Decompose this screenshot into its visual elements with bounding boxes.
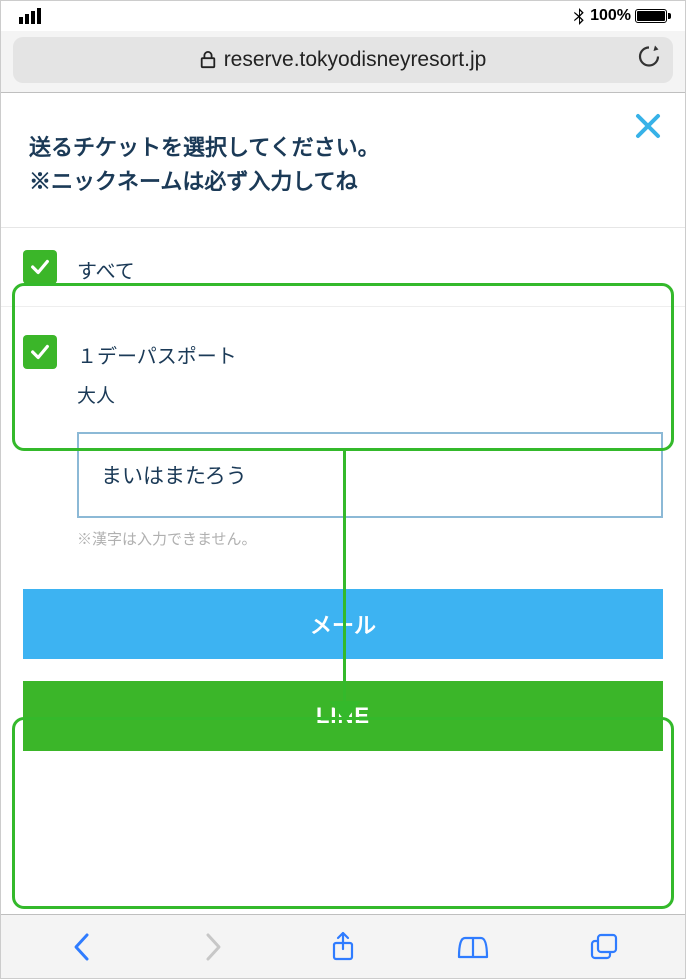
cellular-signal-icon: [19, 8, 41, 24]
tabs-button[interactable]: [584, 927, 624, 967]
status-left: [19, 8, 41, 24]
lock-icon: [200, 51, 216, 69]
nickname-hint: ※漢字は入力できません。: [77, 528, 663, 549]
browser-toolbar: [1, 914, 685, 978]
back-button[interactable]: [62, 927, 102, 967]
url-domain: reserve.tokyodisneyresort.jp: [224, 48, 487, 72]
row-select-all[interactable]: すべて: [1, 228, 685, 307]
dialog-header: 送るチケットを選択してください。 ※ニックネームは必ず入力してね: [1, 93, 685, 228]
checkmark-icon: [29, 341, 51, 363]
close-icon[interactable]: [633, 111, 663, 146]
status-bar: 100%: [1, 1, 685, 31]
header-line2: ※ニックネームは必ず入力してね: [29, 165, 657, 199]
battery-icon: [635, 9, 667, 23]
mail-button[interactable]: メール: [23, 589, 663, 659]
forward-button[interactable]: [193, 927, 233, 967]
checkmark-icon: [29, 256, 51, 278]
browser-chrome: reserve.tokyodisneyresort.jp: [1, 31, 685, 93]
bluetooth-icon: [572, 8, 586, 25]
ticket-subtype: 大人: [77, 381, 663, 408]
ticket-name: １デーパスポート: [77, 335, 663, 369]
label-all: すべて: [77, 250, 663, 284]
header-line1: 送るチケットを選択してください。: [29, 131, 657, 165]
row-ticket-1[interactable]: １デーパスポート 大人 ※漢字は入力できません。: [1, 307, 685, 559]
reload-icon[interactable]: [637, 44, 661, 77]
checkbox-all[interactable]: [23, 250, 57, 284]
share-button[interactable]: [323, 927, 363, 967]
status-right: 100%: [572, 7, 667, 25]
line-button[interactable]: LINE: [23, 681, 663, 751]
battery-percent: 100%: [590, 7, 631, 25]
checkbox-ticket-1[interactable]: [23, 335, 57, 369]
bookmarks-button[interactable]: [453, 927, 493, 967]
url-bar[interactable]: reserve.tokyodisneyresort.jp: [13, 37, 673, 83]
nickname-input[interactable]: [77, 432, 663, 518]
